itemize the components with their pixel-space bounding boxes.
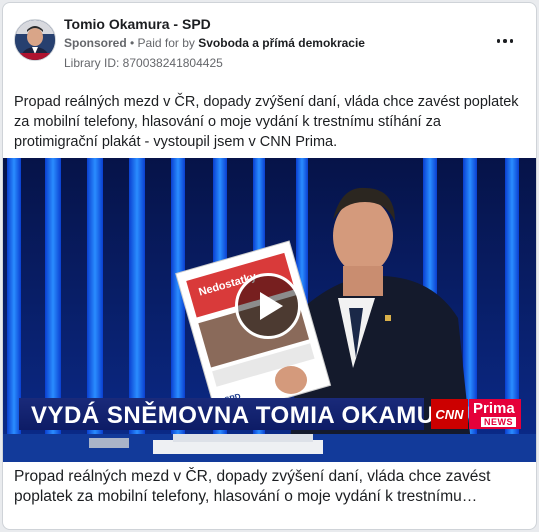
sponsored-post-card: Tomio Okamura - SPD Sponsored • Paid for… bbox=[2, 2, 537, 530]
avatar-image bbox=[15, 20, 55, 60]
news-logo-text: NEWS bbox=[481, 417, 516, 427]
lower-third-text: VYDÁ SNĚMOVNA TOMIA OKAMURU? bbox=[31, 402, 486, 429]
library-id: Library ID: 870038241804425 bbox=[64, 56, 223, 70]
post-body-text: Propad reálných mezd v ČR, dopady zvýšen… bbox=[14, 94, 519, 150]
play-button[interactable] bbox=[235, 273, 301, 339]
ad-meta: Sponsored • Paid for by Svoboda a přímá … bbox=[64, 36, 365, 50]
presenter-hand bbox=[275, 366, 307, 394]
play-icon bbox=[260, 292, 283, 320]
cnn-logo: CNN bbox=[431, 399, 468, 429]
avatar[interactable] bbox=[14, 19, 56, 61]
page-name[interactable]: Tomio Okamura - SPD bbox=[64, 16, 211, 32]
payer-name[interactable]: Svoboda a přímá demokracie bbox=[198, 36, 365, 50]
more-options-button[interactable] bbox=[492, 31, 518, 51]
video-caption: Propad reálných mezd v ČR, dopady zvýšen… bbox=[14, 468, 491, 505]
prima-news-logo: Prima NEWS bbox=[469, 399, 521, 429]
sponsored-label: Sponsored bbox=[64, 36, 127, 50]
more-horizontal-icon bbox=[509, 39, 514, 43]
post-header: Tomio Okamura - SPD Sponsored • Paid for… bbox=[3, 3, 536, 77]
paid-for-prefix: Paid for by bbox=[137, 36, 199, 50]
meta-separator: • bbox=[126, 36, 138, 50]
more-horizontal-icon bbox=[503, 39, 507, 43]
video-player[interactable]: Nedostatky SPD VYDÁ SNĚMOVNA TOMIA OKAMU… bbox=[3, 158, 536, 462]
prima-logo-text: Prima bbox=[473, 400, 515, 417]
more-horizontal-icon bbox=[496, 39, 501, 43]
desk-papers bbox=[3, 434, 536, 462]
